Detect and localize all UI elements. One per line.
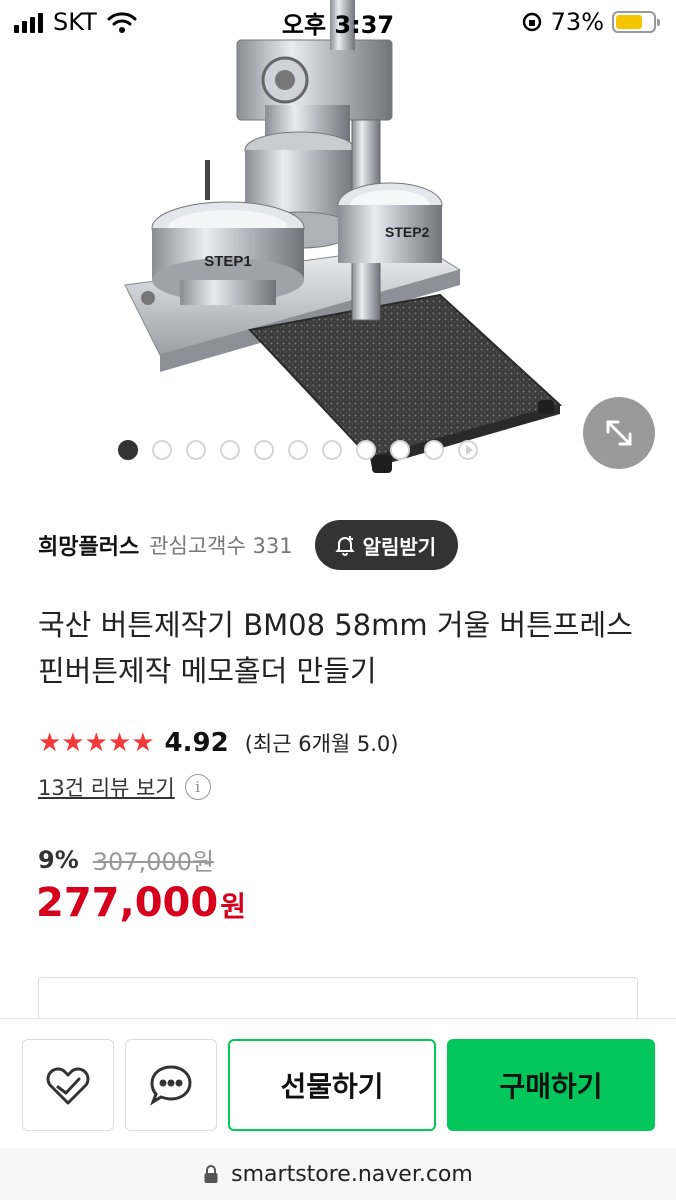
expand-image-button[interactable] [583, 397, 655, 469]
store-info: 희망플러스 관심고객수 331 알림받기 [38, 520, 459, 570]
wifi-icon [107, 12, 137, 33]
review-link-row: 13건 리뷰 보기 i [38, 772, 211, 802]
expand-arrows-icon [606, 420, 632, 446]
gallery-dot[interactable] [118, 440, 138, 460]
bottom-action-bar: 선물하기 구매하기 [0, 1018, 676, 1148]
discount-rate: 9% [38, 845, 79, 874]
sale-price-unit: 원 [220, 890, 246, 923]
product-photo: STEP2 STEP1 [124, 0, 563, 473]
product-title: 국산 버튼제작기 BM08 58mm 거울 버튼프레스 핀버튼제작 메모홀더 만… [38, 608, 633, 688]
gallery-dot[interactable] [356, 440, 376, 460]
heart-check-icon [46, 1067, 90, 1105]
step1-label: STEP1 [204, 253, 252, 270]
recent-rating: (최근 6개월 5.0) [244, 732, 399, 756]
browser-url-bar[interactable]: smartstore.naver.com [0, 1148, 676, 1200]
rating-stars: ★★★★★ [38, 728, 155, 758]
gallery-dot[interactable] [322, 440, 342, 460]
gallery-dot[interactable] [220, 440, 240, 460]
battery-percent: 73% [550, 8, 604, 36]
alarm-subscribe-label: 알림받기 [362, 534, 437, 559]
alarm-subscribe-button[interactable]: 알림받기 [314, 520, 459, 570]
gallery-dot[interactable] [186, 440, 206, 460]
gallery-dot[interactable] [390, 440, 410, 460]
gallery-dot[interactable] [254, 440, 274, 460]
sale-price-value: 277,000 [36, 880, 219, 926]
zzim-button[interactable] [22, 1039, 114, 1131]
status-bar: SKT 오후 3:37 73% [0, 0, 676, 44]
review-link[interactable]: 13건 리뷰 보기 [38, 772, 175, 802]
rotation-lock-icon [522, 12, 541, 32]
store-fans-count: 관심고객수 331 [149, 534, 293, 558]
product-image-gallery[interactable]: STEP2 STEP1 [0, 0, 676, 492]
carrier-label: SKT [53, 8, 97, 36]
talk-button[interactable] [125, 1039, 217, 1131]
gift-button[interactable]: 선물하기 [228, 1039, 436, 1131]
store-name[interactable]: 희망플러스 [38, 529, 139, 561]
rating-summary: ★★★★★ 4.92 (최근 6개월 5.0) [38, 728, 398, 758]
signal-icon [14, 11, 43, 33]
price-discount-row: 9% 307,000원 [38, 842, 214, 877]
buy-button[interactable]: 구매하기 [447, 1039, 655, 1131]
battery-icon [612, 11, 660, 33]
gallery-pagination[interactable] [0, 440, 676, 460]
url-text: smartstore.naver.com [231, 1161, 473, 1187]
lock-icon [204, 1165, 218, 1183]
sale-price: 277,000 원 [36, 880, 246, 926]
info-icon[interactable]: i [184, 774, 211, 800]
rating-score: 4.92 [164, 728, 229, 758]
step2-label: STEP2 [385, 224, 430, 240]
bell-plus-icon [335, 536, 355, 556]
gallery-dot[interactable] [288, 440, 308, 460]
gallery-dot[interactable] [424, 440, 444, 460]
video-play-icon[interactable] [458, 440, 478, 460]
original-price: 307,000원 [92, 848, 215, 876]
gallery-dot[interactable] [152, 440, 172, 460]
chat-bubble-icon [150, 1065, 192, 1106]
